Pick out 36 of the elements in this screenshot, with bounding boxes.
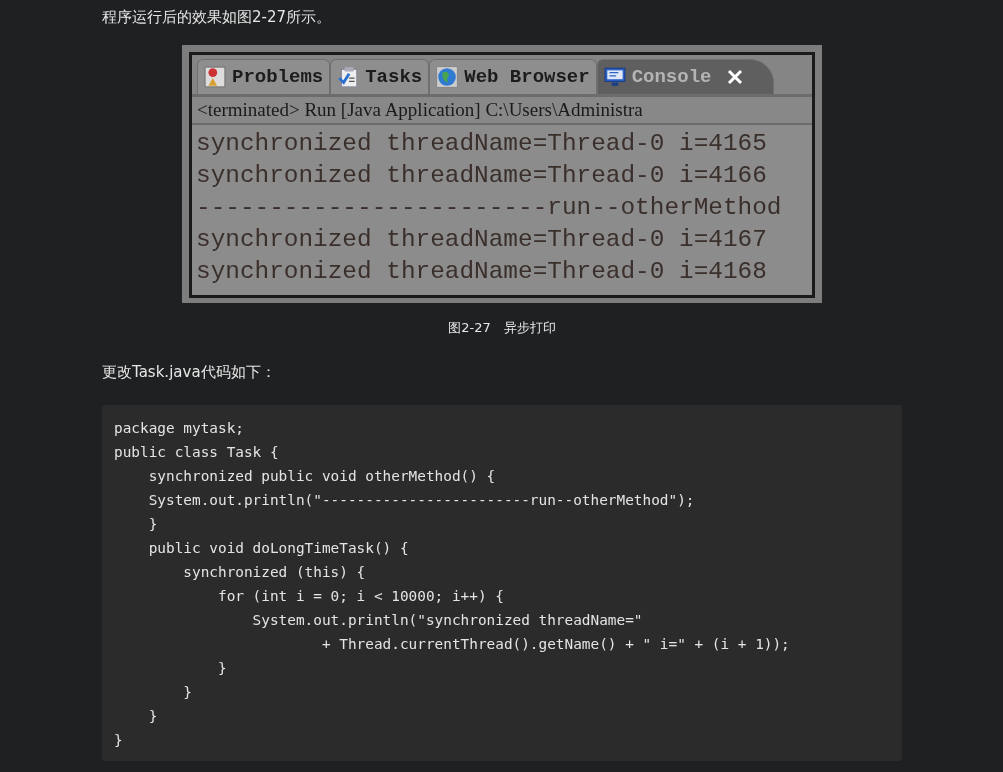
tab[interactable]: Problems — [197, 59, 331, 94]
console-line: ------------------------run--otherMethod — [196, 193, 783, 223]
figure-caption: 图2-27 异步打印 — [447, 319, 557, 337]
code-line: } — [147, 707, 159, 726]
tab[interactable]: Console — [596, 59, 775, 94]
tab[interactable]: Tasks — [330, 59, 430, 94]
paragraph: 程序运行后的效果如图2-27所示。 — [102, 7, 333, 28]
tab-label: Problems — [232, 66, 324, 88]
console-line: synchronized threadName=Thread-0 i=4168 — [196, 257, 768, 287]
code-line: public void doLongTimeTask() { — [147, 539, 410, 558]
code-line: for (int i = 0; i < 10000; i++) { — [216, 587, 505, 606]
console-line: synchronized threadName=Thread-0 i=4166 — [196, 161, 768, 191]
tab-label: Console — [631, 66, 712, 88]
code-line: + Thread.currentThread().getName() + " i=" + (i + 1)); — [320, 635, 791, 654]
code-line: System.out.println("------------------------run--otherMethod"); — [147, 491, 696, 510]
console-line: synchronized threadName=Thread-0 i=4165 — [196, 129, 768, 159]
warning-list-icon — [204, 66, 226, 88]
tab[interactable]: Web Browser — [429, 59, 597, 94]
checklist-icon — [337, 66, 360, 88]
globe-icon — [436, 66, 459, 88]
tab-label: Web Browser — [464, 66, 590, 88]
code-line: } — [182, 683, 193, 702]
code-line: synchronized public void otherMethod() { — [147, 467, 497, 486]
console-line: synchronized threadName=Thread-0 i=4167 — [196, 225, 768, 255]
code-line: } — [216, 659, 228, 678]
code-line: synchronized (this) { — [182, 563, 367, 582]
close-icon[interactable] — [727, 69, 744, 85]
tab-label: Tasks — [365, 66, 423, 88]
code-line: } — [114, 731, 124, 750]
code-line: package mytask; — [114, 419, 245, 438]
paragraph: 更改Task.java代码如下： — [102, 362, 277, 383]
console-header: <terminated> Run [Java Application] C:\Users\Administra — [192, 97, 812, 125]
code-line: System.out.println("synchronized threadName=" — [251, 611, 644, 630]
monitor-icon — [603, 66, 626, 88]
code-line: public class Task { — [114, 443, 280, 462]
code-line: } — [147, 515, 159, 534]
